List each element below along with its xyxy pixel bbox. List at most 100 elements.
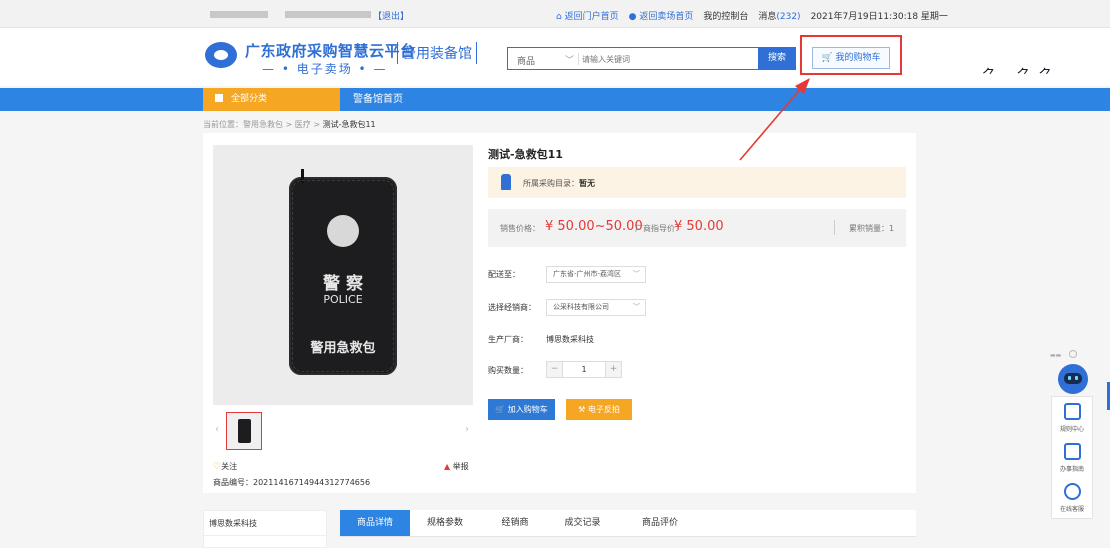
- tab-transactions[interactable]: 成交记录: [550, 510, 615, 536]
- brand-tag: 警用装备馆: [397, 42, 477, 64]
- dealer-value: 公采科技有限公司: [553, 303, 609, 311]
- top-bar: 【退出】 ⌂ 返回门户首页 ● 返回卖场首页 我的控制台 消息(232) 202…: [0, 0, 1110, 28]
- tab-dealers[interactable]: 经销商: [485, 510, 545, 536]
- chevron-down-icon: ﹀: [633, 270, 640, 278]
- quantity-stepper: − 1 +: [546, 361, 622, 378]
- price-label: 销售价格：: [500, 224, 540, 233]
- chevron-down-icon: ﹀: [633, 303, 640, 311]
- mall-home-label: 返回卖场首页: [639, 12, 694, 22]
- online-service-link[interactable]: 在线客服: [1052, 483, 1092, 513]
- catalog-box: 所属采购目录：暂无: [488, 167, 906, 198]
- robot-eye: [1075, 376, 1078, 380]
- dealer-select[interactable]: 公采科技有限公司 ﹀: [546, 299, 646, 316]
- quantity-increase-button[interactable]: +: [605, 362, 621, 377]
- follow-label: 关注: [221, 462, 238, 471]
- robot-face: [1064, 373, 1082, 384]
- maker-value: 博思数采科技: [546, 335, 594, 344]
- breadcrumb-path[interactable]: 当前位置：警用急救包 > 医疗 >: [203, 120, 323, 129]
- price-value: ¥ 50.00~50.00: [545, 219, 643, 234]
- deliver-label: 配送至：: [488, 270, 520, 279]
- thumb-prev-icon[interactable]: ‹: [215, 424, 219, 435]
- product-title: 测试-急救包11: [488, 148, 563, 161]
- store-name[interactable]: 博思数采科技: [209, 518, 257, 529]
- side-service-panel: 规则中心 办事指南 在线客服: [1051, 396, 1093, 519]
- header: 广东政府采购智慧云平台 — • 电子卖场 • — 警用装备馆 商品 ﹀ 搜索 ⺈…: [0, 28, 1110, 86]
- report-label: 举报: [452, 462, 469, 471]
- add-to-cart-button[interactable]: 🛒 加入购物车: [488, 399, 555, 420]
- maker-label: 生产厂商：: [488, 335, 528, 344]
- console-link[interactable]: 我的控制台: [703, 9, 748, 22]
- guide-link[interactable]: 办事指南: [1052, 443, 1092, 473]
- pouch-text-police: 警 察: [323, 274, 363, 294]
- cart-icon: 🛒: [495, 405, 506, 414]
- top-links: ⌂ 返回门户首页 ● 返回卖场首页 我的控制台 消息(232) 2021年7月1…: [556, 9, 948, 22]
- detail-tabs: 商品详情 规格参数 经销商 成交记录 商品评价: [340, 510, 916, 537]
- quantity-label: 购买数量：: [488, 366, 528, 375]
- search-divider: [578, 53, 579, 65]
- decorative-birds-image: ⺈ ⺈⺈: [982, 68, 1061, 84]
- cart-icon: 🛒: [821, 53, 833, 63]
- store-card: 博思数采科技: [203, 510, 327, 548]
- police-emblem-icon: [327, 215, 359, 247]
- guide-price-value: ¥ 50.00: [674, 219, 724, 234]
- catalog-value: 暂无: [579, 179, 595, 188]
- breadcrumb-current: 测试-急救包11: [322, 120, 376, 129]
- my-cart-button[interactable]: 🛒 我的购物车: [812, 47, 890, 69]
- tab-reviews[interactable]: 商品评价: [625, 510, 695, 536]
- deliver-select[interactable]: 广东省-广州市-荔湾区 ﹀: [546, 266, 646, 283]
- product-main-image: 警 察 POLICE 警用急救包: [213, 145, 473, 405]
- float-panel-header: ▬▬: [1050, 350, 1077, 359]
- add-to-cart-label: 加入购物车: [507, 405, 548, 414]
- nav-home-link[interactable]: 警备馆首页: [353, 88, 403, 111]
- pouch-text-police-en: POLICE: [323, 293, 363, 306]
- pouch-text-kit: 警用急救包: [310, 341, 376, 356]
- brand-subtitle-text: 电子卖场: [296, 62, 353, 76]
- document-icon: [1063, 443, 1081, 460]
- deliver-value: 广东省-广州市-荔湾区: [553, 270, 622, 278]
- all-categories-menu[interactable]: 全部分类: [203, 88, 340, 111]
- store-divider: [204, 535, 326, 536]
- thumbnail-1[interactable]: [226, 412, 262, 450]
- thumb-next-icon[interactable]: ›: [465, 424, 469, 435]
- breadcrumb: 当前位置：警用急救包 > 医疗 > 测试-急救包11: [203, 119, 376, 130]
- quantity-decrease-button[interactable]: −: [547, 362, 563, 377]
- search-category-select[interactable]: 商品: [517, 54, 535, 67]
- product-code: 商品编号：20211416714944312774656: [213, 478, 371, 487]
- all-categories-label: 全部分类: [231, 94, 268, 104]
- hammer-icon: ⚒: [578, 405, 586, 414]
- reverse-auction-button[interactable]: ⚒ 电子反拍: [566, 399, 632, 420]
- settings-icon[interactable]: [1069, 350, 1077, 358]
- quantity-input[interactable]: 1: [563, 362, 605, 377]
- tab-specs[interactable]: 规格参数: [415, 510, 475, 536]
- rules-center-link[interactable]: 规则中心: [1052, 403, 1092, 433]
- report-button[interactable]: ▲ 举报: [444, 461, 469, 472]
- search-input[interactable]: [582, 51, 752, 67]
- book-icon: [1063, 403, 1081, 420]
- mall-home-link[interactable]: ● 返回卖场首页: [629, 9, 694, 22]
- grid-icon: [215, 94, 223, 102]
- robot-assistant-icon[interactable]: [1058, 364, 1088, 394]
- sales-count: 累积销量：1: [849, 224, 895, 233]
- messages-link[interactable]: 消息(232): [758, 9, 800, 22]
- brand-subtitle: — • 电子卖场 • —: [262, 62, 388, 76]
- portal-home-link[interactable]: ⌂ 返回门户首页: [556, 9, 619, 22]
- thumbnail-pouch-image: [238, 419, 251, 443]
- follow-button[interactable]: ♡关注: [213, 461, 237, 472]
- brand-title: 广东政府采购智慧云平台: [245, 42, 416, 60]
- dealer-label: 选择经销商：: [488, 303, 536, 312]
- my-cart-label: 我的购物车: [835, 53, 881, 63]
- catalog-label: 所属采购目录：: [523, 179, 579, 188]
- platform-logo[interactable]: [205, 42, 237, 68]
- search-button[interactable]: 搜索: [758, 47, 796, 70]
- messages-count: (232): [776, 12, 801, 22]
- first-aid-pouch-image: 警 察 POLICE 警用急救包: [289, 169, 397, 375]
- logout-link[interactable]: 【退出】: [373, 9, 409, 22]
- warning-icon: ▲: [444, 462, 451, 471]
- nav-bar: [0, 88, 1110, 111]
- price-divider: [834, 220, 835, 235]
- guide-label: 办事指南: [1059, 466, 1084, 473]
- blurred-username: [210, 11, 268, 18]
- chevron-down-icon[interactable]: ﹀: [565, 53, 574, 66]
- tab-details[interactable]: 商品详情: [340, 510, 410, 536]
- robot-eye: [1068, 376, 1071, 380]
